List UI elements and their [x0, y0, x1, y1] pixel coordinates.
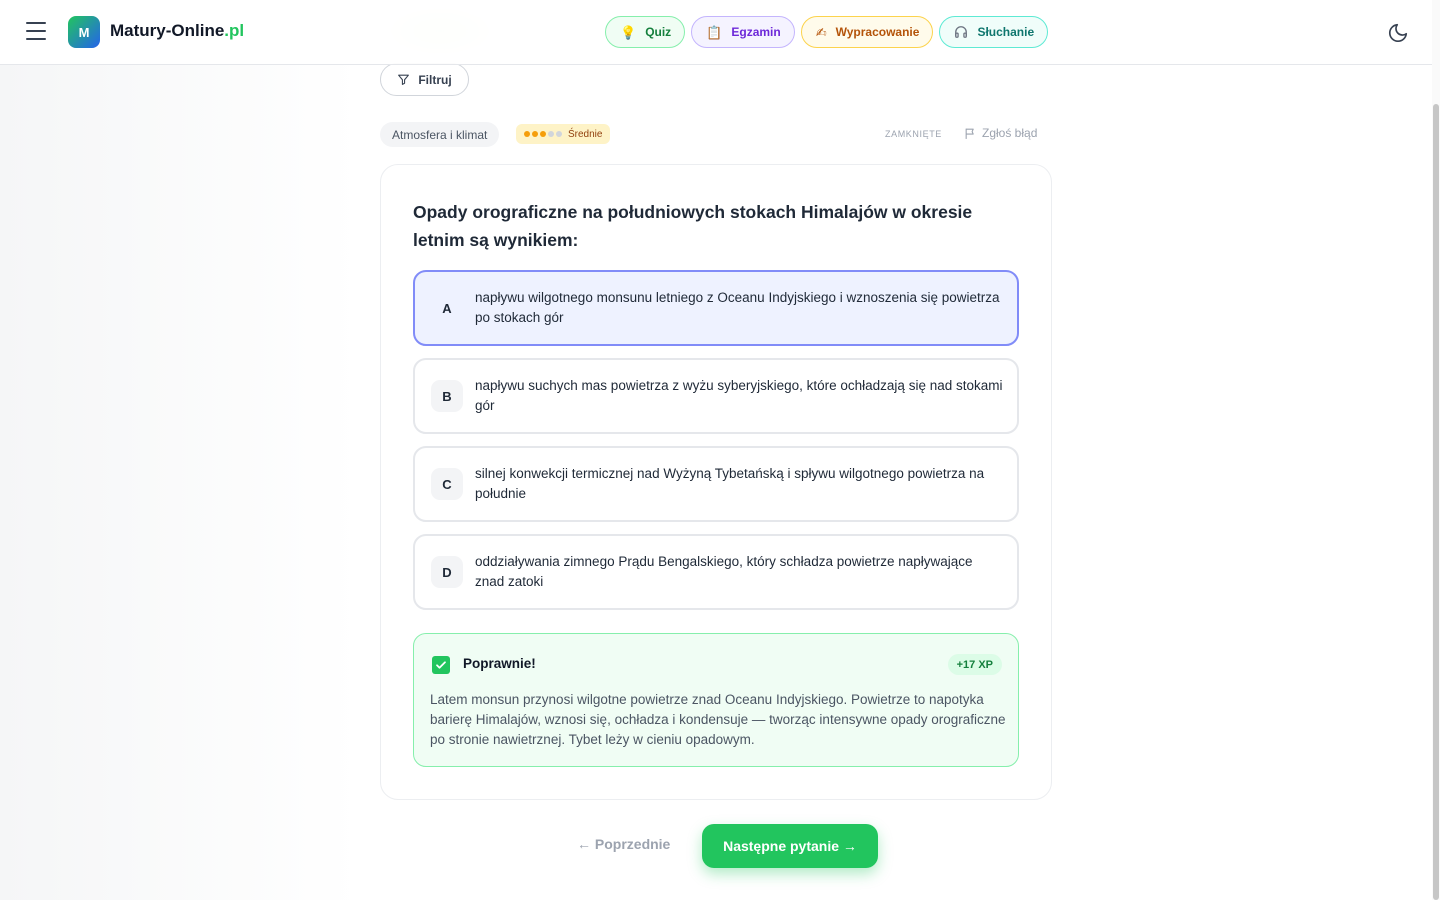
site-logo-text[interactable]: Matury-Online.pl	[110, 21, 244, 41]
lightbulb-icon: 💡	[620, 24, 637, 40]
filter-label: Filtruj	[418, 72, 452, 87]
moon-icon[interactable]	[1387, 22, 1409, 44]
nav-pill-quiz[interactable]: 💡 Quiz	[605, 16, 686, 48]
flag-icon	[965, 128, 974, 139]
question-card: Opady orograficzne na południowych stoka…	[380, 164, 1052, 800]
feedback-panel: Poprawnie! +17 XP Latem monsun przynosi …	[413, 633, 1019, 767]
nav-pill-egzamin[interactable]: 📋 Egzamin	[691, 16, 795, 48]
filter-button[interactable]: Filtruj	[380, 63, 469, 96]
option-letter: D	[431, 556, 463, 588]
question-text: Opady orograficzne na południowych stoka…	[413, 202, 973, 250]
option-text: oddziaływania zimnego Prądu Bengalskiego…	[475, 554, 973, 589]
feedback-explanation: Latem monsun przynosi wilgotne powietrze…	[430, 692, 1006, 747]
nav-pill-label: Quiz	[645, 25, 672, 39]
menu-icon[interactable]	[26, 22, 46, 40]
top-header: M Matury-Online.pl 💡 Quiz 📋 Egzamin ✍ Wy…	[0, 0, 1432, 65]
writing-hand-icon: ✍	[815, 24, 827, 40]
difficulty-dot-empty	[556, 131, 562, 137]
topic-tag: Atmosfera i klimat	[380, 122, 500, 147]
difficulty-dot-filled	[532, 131, 538, 137]
checkmark-icon	[432, 656, 450, 674]
answer-option-d[interactable]: D oddziaływania zimnego Prądu Bengalskie…	[413, 534, 1019, 610]
difficulty-label: Średnie	[568, 128, 603, 140]
option-letter: B	[431, 380, 463, 412]
filter-icon	[398, 74, 410, 85]
nav-pill-label: Słuchanie	[977, 25, 1035, 39]
option-text: silnej konwekcji termicznej nad Wyżyną T…	[475, 466, 985, 501]
difficulty-badge: Średnie	[516, 124, 611, 144]
option-letter: A	[442, 300, 452, 316]
difficulty-dots	[524, 131, 562, 137]
difficulty-dot-empty	[548, 131, 554, 137]
headphones-icon	[955, 26, 968, 38]
clipboard-icon: 📋	[706, 24, 723, 40]
scrollbar-thumb[interactable]	[1433, 104, 1439, 900]
nav-pill-label: Wypracowanie	[835, 25, 920, 39]
report-label: Zgłoś błąd	[982, 126, 1038, 140]
nav-pill-wypracowanie[interactable]: ✍ Wypracowanie	[800, 16, 934, 48]
feedback-title: Poprawnie!	[463, 656, 536, 671]
answer-option-b[interactable]: B napływu suchych mas powietrza z wyżu s…	[413, 358, 1019, 434]
difficulty-dot-filled	[524, 131, 530, 137]
question-type-label: ZAMKNIĘTE	[885, 129, 942, 139]
answer-option-a[interactable]: A napływu wilgotnego monsunu letniego z …	[413, 270, 1019, 346]
brand-name: Matury-Online	[110, 21, 225, 40]
difficulty-dot-filled	[540, 131, 546, 137]
logo-icon[interactable]: M	[68, 16, 100, 48]
nav-pill-label: Egzamin	[731, 25, 781, 39]
option-text: napływu suchych mas powietrza z wyżu syb…	[475, 378, 1003, 413]
xp-badge: +17 XP	[947, 654, 1002, 675]
brand-tld: .pl	[224, 21, 245, 40]
option-text: napływu wilgotnego monsunu letniego z Oc…	[475, 290, 1000, 325]
option-letter: C	[431, 468, 463, 500]
mode-nav: 💡 Quiz 📋 Egzamin ✍ Wypracowanie Słuchani…	[605, 16, 1049, 48]
background-fade	[0, 64, 360, 900]
report-error-button[interactable]: Zgłoś błąd	[964, 126, 1037, 140]
nav-pill-sluchanie[interactable]: Słuchanie	[939, 16, 1049, 48]
next-question-button[interactable]: Następne pytanie →	[702, 824, 878, 868]
answer-option-c[interactable]: C silnej konwekcji termicznej nad Wyżyną…	[413, 446, 1019, 522]
previous-button[interactable]: ← Poprzednie	[577, 836, 670, 852]
